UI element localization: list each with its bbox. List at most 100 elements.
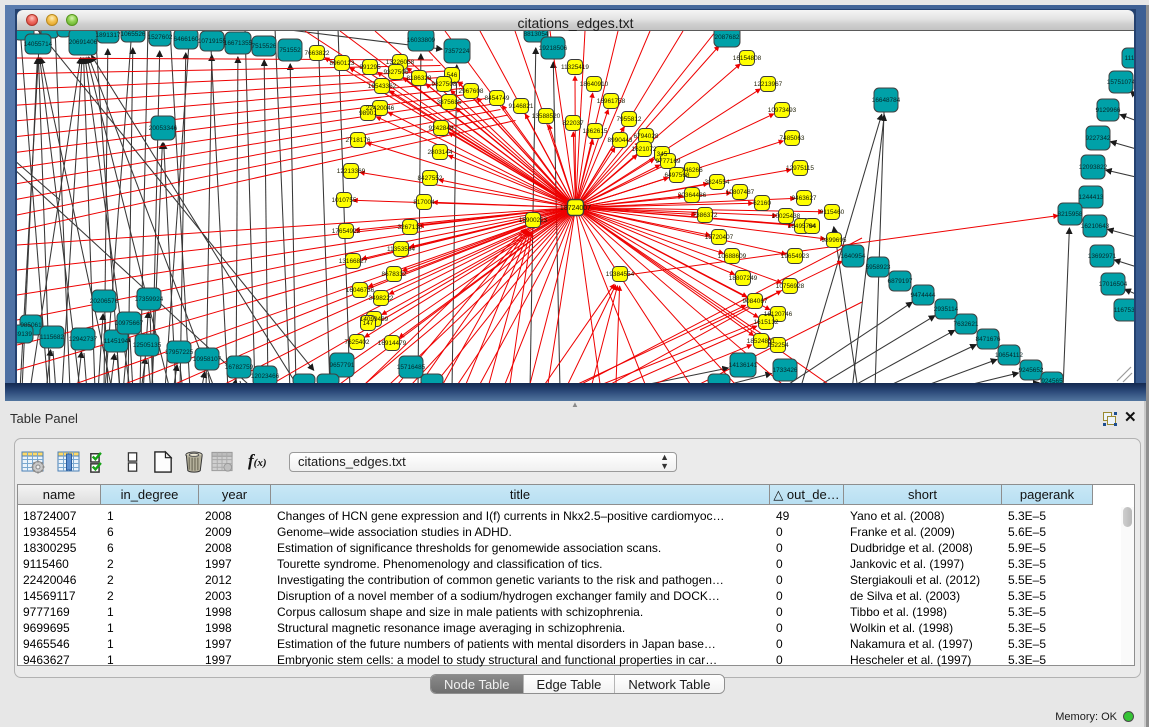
svg-text:9245652: 9245652 — [1019, 367, 1044, 374]
svg-text:19384554: 19384554 — [606, 271, 635, 278]
svg-text:16046736: 16046736 — [346, 287, 375, 294]
svg-text:1615132: 1615132 — [754, 319, 779, 326]
svg-text:1145194: 1145194 — [104, 338, 129, 345]
svg-text:7485063: 7485063 — [780, 135, 805, 142]
svg-text:10973493: 10973493 — [768, 107, 797, 114]
svg-text:15751074: 15751074 — [1107, 79, 1134, 86]
svg-text:2718176: 2718176 — [346, 137, 371, 144]
svg-text:9327508: 9327508 — [432, 81, 457, 88]
svg-text:7357224: 7357224 — [445, 48, 470, 55]
svg-text:7386372: 7386372 — [693, 212, 718, 219]
svg-text:12093822: 12093822 — [1079, 164, 1108, 171]
svg-text:16782759: 16782759 — [225, 364, 254, 371]
svg-text:20206576: 20206576 — [90, 298, 119, 305]
svg-text:16210643: 16210643 — [1081, 223, 1110, 230]
svg-text:11325419: 11325419 — [561, 64, 589, 71]
svg-text:15716485: 15716485 — [397, 364, 426, 371]
svg-text:20364486: 20364486 — [678, 192, 707, 199]
svg-text:16033809: 16033809 — [407, 37, 436, 44]
svg-text:9129966: 9129966 — [1096, 107, 1121, 114]
svg-text:8960123: 8960123 — [330, 60, 355, 67]
svg-text:7632621: 7632621 — [954, 321, 979, 328]
svg-text:2967608: 2967608 — [459, 88, 484, 95]
svg-text:16154808: 16154808 — [733, 55, 762, 62]
svg-text:98901: 98901 — [359, 110, 377, 117]
svg-text:19654923: 19654923 — [781, 253, 810, 260]
svg-text:17654922: 17654922 — [332, 228, 361, 235]
svg-text:7955812: 7955812 — [617, 116, 642, 123]
svg-text:10975667: 10975667 — [115, 320, 144, 327]
svg-text:11353594: 11353594 — [387, 246, 415, 253]
svg-text:9463627: 9463627 — [792, 195, 817, 202]
svg-text:13588520: 13588520 — [532, 113, 561, 120]
svg-text:18640910: 18640910 — [580, 81, 609, 88]
svg-text:13226058: 13226058 — [386, 59, 415, 66]
svg-text:7515526: 7515526 — [252, 43, 277, 50]
svg-text:15900213: 15900213 — [519, 217, 548, 224]
svg-text:546: 546 — [447, 72, 458, 79]
svg-text:8454749: 8454749 — [485, 95, 510, 102]
svg-text:16914479: 16914479 — [378, 340, 407, 347]
svg-text:2803144: 2803144 — [428, 149, 453, 156]
svg-text:7625402: 7625402 — [345, 339, 370, 346]
svg-text:1065526: 1065526 — [121, 31, 146, 38]
svg-text:9084067: 9084067 — [743, 298, 768, 305]
svg-text:10654112: 10654112 — [995, 352, 1023, 359]
svg-text:1891317: 1891317 — [96, 32, 121, 39]
svg-text:20053346: 20053346 — [149, 125, 178, 132]
svg-text:39139: 39139 — [17, 331, 32, 338]
svg-text:6794028: 6794028 — [634, 133, 659, 140]
svg-text:19218506: 19218506 — [539, 45, 568, 52]
svg-text:1640954: 1640954 — [841, 253, 866, 260]
svg-text:1362615: 1362615 — [583, 128, 608, 135]
svg-text:18724007: 18724007 — [560, 205, 591, 212]
svg-text:891295: 891295 — [359, 64, 381, 71]
svg-text:2087682: 2087682 — [715, 34, 740, 41]
svg-text:9115460: 9115460 — [820, 209, 845, 216]
svg-text:6879197: 6879197 — [888, 278, 913, 285]
svg-text:6466160: 6466160 — [174, 36, 199, 43]
svg-text:751552: 751552 — [279, 47, 301, 54]
svg-text:1527602: 1527602 — [148, 34, 173, 41]
svg-text:9146821: 9146821 — [509, 103, 534, 110]
svg-text:16671355: 16671355 — [224, 40, 253, 47]
svg-text:817004: 817004 — [413, 199, 435, 206]
svg-text:16648784: 16648784 — [872, 97, 901, 104]
svg-text:9227342: 9227342 — [1086, 135, 1111, 142]
svg-text:9327506: 9327506 — [384, 69, 409, 76]
svg-text:924565: 924565 — [1041, 378, 1063, 383]
svg-text:12975115: 12975115 — [786, 165, 814, 172]
svg-text:14055714: 14055714 — [24, 41, 53, 48]
svg-text:20691406: 20691406 — [69, 39, 98, 46]
svg-text:8813054: 8813054 — [524, 31, 549, 38]
svg-text:3267130: 3267130 — [398, 224, 423, 231]
svg-text:12942737: 12942737 — [69, 336, 98, 343]
svg-text:3875685: 3875685 — [437, 99, 462, 106]
svg-text:13166827: 13166827 — [339, 258, 368, 265]
svg-text:3498222: 3498222 — [369, 295, 394, 302]
svg-text:345: 345 — [657, 151, 668, 158]
svg-text:1621072: 1621072 — [632, 146, 657, 153]
svg-text:6497568: 6497568 — [665, 172, 690, 179]
svg-text:12213369: 12213369 — [337, 168, 366, 175]
svg-text:8186328: 8186328 — [407, 75, 432, 82]
svg-text:17957225: 17957225 — [165, 349, 194, 356]
svg-text:1010755: 1010755 — [332, 197, 357, 204]
svg-text:10688609: 10688609 — [718, 253, 747, 260]
svg-text:62160: 62160 — [753, 200, 771, 207]
svg-text:15720407: 15720407 — [705, 234, 734, 241]
svg-text:10756928: 10756928 — [776, 283, 805, 290]
svg-text:11172: 11172 — [1125, 55, 1134, 62]
svg-text:2935114: 2935114 — [934, 306, 959, 313]
svg-text:5958923: 5958923 — [866, 264, 891, 271]
svg-text:147: 147 — [363, 320, 374, 327]
svg-text:8471676: 8471676 — [976, 336, 1001, 343]
svg-text:12505135: 12505135 — [133, 342, 162, 349]
svg-text:10958107: 10958107 — [193, 356, 222, 363]
svg-text:16120746: 16120746 — [764, 311, 793, 318]
svg-text:18807249: 18807249 — [729, 275, 758, 282]
svg-text:1115682: 1115682 — [40, 334, 64, 341]
svg-text:14136141: 14136141 — [729, 362, 758, 369]
svg-text:8427552: 8427552 — [418, 175, 443, 182]
svg-text:10807487: 10807487 — [726, 189, 755, 196]
